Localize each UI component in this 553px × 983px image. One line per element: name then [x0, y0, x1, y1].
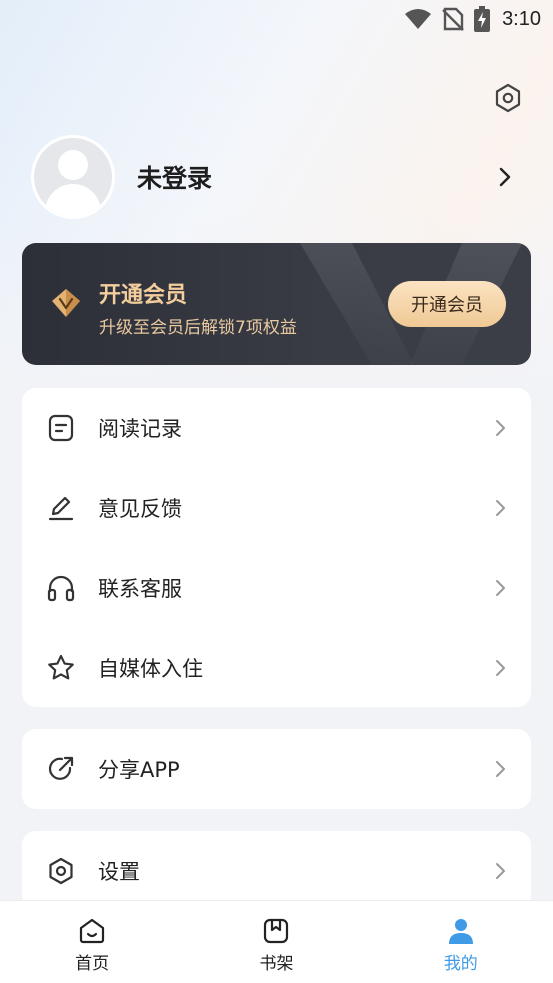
chevron-right-icon	[496, 660, 505, 676]
chevron-right-icon	[496, 761, 505, 777]
status-time: 3:10	[502, 7, 541, 30]
profile-icon	[448, 919, 473, 944]
menu-item-feedback[interactable]: 意见反馈	[22, 468, 531, 548]
menu-card-share: 分享APP	[22, 729, 531, 809]
chevron-right-icon	[496, 580, 505, 596]
nav-label: 首页	[75, 954, 110, 974]
share-icon	[46, 754, 76, 784]
profile-login-row[interactable]: 未登录	[31, 134, 521, 220]
home-icon	[80, 918, 105, 944]
chevron-right-icon	[496, 420, 505, 436]
diamond-icon	[52, 289, 80, 317]
nav-label: 我的	[443, 954, 478, 974]
menu-label: 设置	[98, 860, 140, 884]
menu-item-settings[interactable]: 设置	[22, 831, 531, 911]
menu-label: 阅读记录	[98, 417, 182, 441]
chevron-right-icon	[499, 167, 511, 187]
vip-subtitle: 升级至会员后解锁7项权益	[99, 318, 297, 338]
chevron-right-icon	[496, 500, 505, 516]
vip-title: 开通会员	[99, 283, 188, 308]
menu-card-main: 阅读记录 意见反馈 联系客服 自媒体入住	[22, 388, 531, 707]
bottom-nav: 首页 书架 我的	[0, 900, 553, 983]
avatar	[31, 135, 115, 219]
menu-item-customer-service[interactable]: 联系客服	[22, 548, 531, 628]
menu-label: 自媒体入住	[98, 657, 203, 681]
vip-open-button[interactable]: 开通会员	[388, 281, 506, 327]
nav-tab-mine[interactable]: 我的	[369, 901, 553, 983]
settings-button[interactable]	[492, 82, 524, 114]
no-sim-icon	[442, 7, 464, 31]
menu-item-self-media[interactable]: 自媒体入住	[22, 628, 531, 708]
nav-tab-home[interactable]: 首页	[0, 901, 184, 983]
edit-icon	[46, 493, 76, 523]
settings-icon	[495, 83, 521, 113]
nav-label: 书架	[259, 954, 294, 974]
status-bar: 3:10	[0, 0, 553, 38]
menu-label: 意见反馈	[98, 497, 182, 521]
menu-label: 分享APP	[98, 758, 180, 782]
menu-item-share-app[interactable]: 分享APP	[22, 729, 531, 809]
settings-icon	[46, 856, 76, 886]
vip-banner[interactable]: 开通会员 升级至会员后解锁7项权益 开通会员	[22, 243, 531, 365]
menu-card-settings: 设置	[22, 831, 531, 911]
wifi-icon	[404, 8, 432, 30]
headphones-icon	[46, 573, 76, 603]
profile-name: 未登录	[137, 164, 213, 193]
menu-label: 联系客服	[98, 577, 182, 601]
document-icon	[46, 413, 76, 443]
menu-item-reading-history[interactable]: 阅读记录	[22, 388, 531, 468]
chevron-right-icon	[496, 863, 505, 879]
nav-tab-bookshelf[interactable]: 书架	[184, 901, 368, 983]
star-icon	[46, 653, 76, 683]
bookshelf-icon	[264, 918, 289, 944]
battery-charging-icon	[474, 6, 491, 32]
